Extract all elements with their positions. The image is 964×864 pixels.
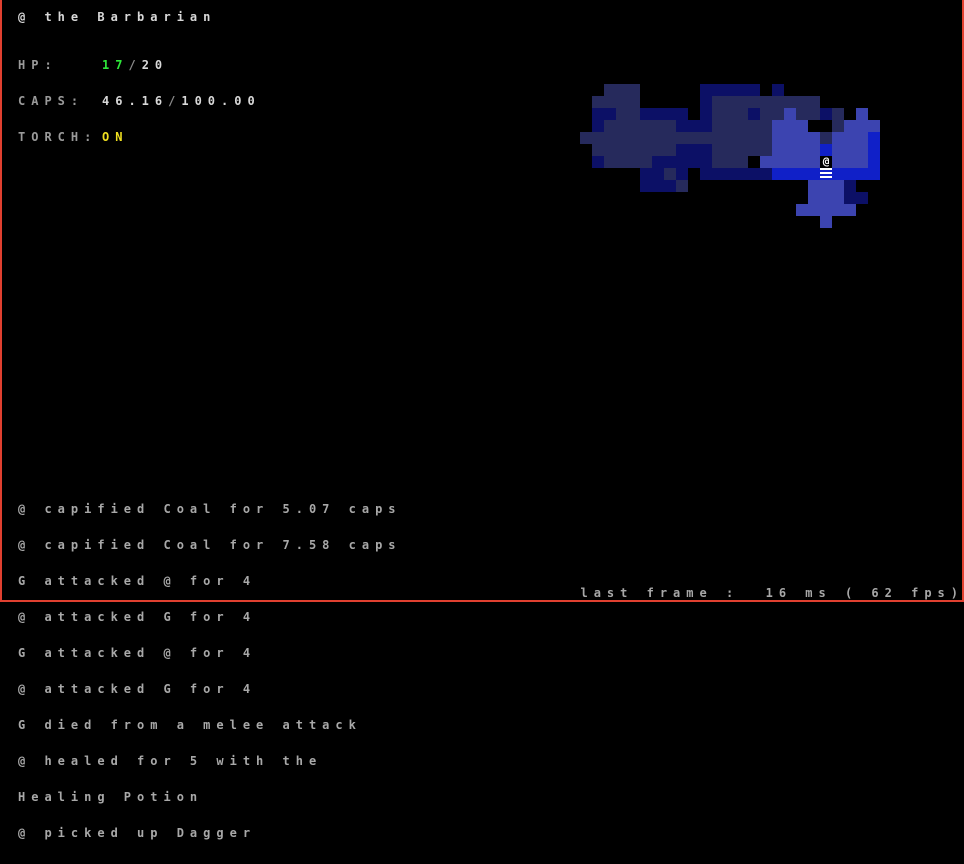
floor-tile-remembered xyxy=(580,132,604,144)
floor-tile-remembered xyxy=(676,180,688,192)
floor-tile-lit xyxy=(760,156,820,168)
log-line: @ capified Coal for 5.07 caps xyxy=(18,502,402,516)
floor-tile-dark xyxy=(712,168,772,180)
floor-tile-dark xyxy=(700,84,760,96)
log-line: @ healed for 5 with the xyxy=(18,754,323,768)
floor-tile-remembered xyxy=(604,84,640,108)
log-line: Healing Potion xyxy=(18,790,204,804)
caps-max: 100.00 xyxy=(181,94,261,108)
floor-tile-lit xyxy=(832,144,868,156)
floor-tile-remembered xyxy=(760,144,772,156)
floor-tile-dark xyxy=(772,84,784,96)
log-line: G died from a melee attack xyxy=(18,718,362,732)
floor-tile-remembered xyxy=(664,168,676,180)
floor-tile-dark xyxy=(676,144,712,168)
floor-tile-lit xyxy=(808,180,844,192)
floor-tile-remembered xyxy=(604,156,652,168)
floor-tile-remembered xyxy=(832,108,844,132)
wall-tile-lit xyxy=(868,132,880,168)
floor-tile-remembered xyxy=(604,120,676,156)
floor-tile-remembered xyxy=(592,96,604,108)
floor-tile-remembered xyxy=(616,108,640,120)
floor-tile-remembered xyxy=(676,132,712,144)
floor-tile-dark xyxy=(748,108,760,120)
log-line: G attacked @ for 4 xyxy=(18,574,257,588)
floor-tile-lit xyxy=(772,120,808,132)
torch-label: TORCH: xyxy=(18,130,98,144)
hp-label: HP: xyxy=(18,58,58,72)
player-character: @ xyxy=(823,155,830,168)
hp-row: HP: 17/20 xyxy=(18,59,261,71)
floor-tile-lit xyxy=(784,108,796,120)
floor-tile-dark xyxy=(820,108,832,120)
caps-current: 46.16 xyxy=(102,94,169,108)
floor-tile-remembered xyxy=(712,108,748,168)
stair-mark xyxy=(820,172,832,174)
character-title: @ the Barbarian xyxy=(18,10,217,24)
stair-mark xyxy=(820,176,832,178)
caps-row: CAPS: 46.16/100.00 xyxy=(18,95,261,107)
log-line: @ attacked G for 4 xyxy=(18,610,257,624)
fps-counter: last frame : 16 ms ( 62 fps) xyxy=(580,586,964,600)
stair-mark xyxy=(820,168,832,170)
floor-tile-lit xyxy=(820,216,832,228)
floor-tile-remembered xyxy=(592,144,604,156)
floor-tile-remembered xyxy=(760,108,784,120)
log-line: @ picked up Dagger xyxy=(18,826,257,840)
floor-tile-dark xyxy=(844,180,856,204)
torch-row: TORCH: ON xyxy=(18,131,261,143)
floor-tile-lit xyxy=(772,144,820,156)
floor-tile-lit xyxy=(844,120,880,132)
floor-tile-remembered xyxy=(712,96,820,108)
caps-label: CAPS: xyxy=(18,94,85,108)
floor-tile-dark xyxy=(856,192,868,204)
message-log: @ capified Coal for 5.07 caps @ capified… xyxy=(18,479,402,863)
floor-tile-lit xyxy=(796,204,856,216)
hp-current: 17 xyxy=(102,58,129,72)
floor-tile-lit xyxy=(808,192,844,204)
floor-tile-lit xyxy=(832,156,868,168)
floor-tile-dark xyxy=(640,108,688,120)
floor-tile-lit xyxy=(832,132,868,144)
log-line: @ capified Coal for 7.58 caps xyxy=(18,538,402,552)
floor-tile-lit xyxy=(856,108,868,120)
log-line: @ attacked G for 4 xyxy=(18,682,257,696)
stats-panel: HP: 17/20 CAPS: 46.16/100.00 TORCH: ON xyxy=(18,35,261,167)
hp-separator: / xyxy=(128,58,142,72)
floor-tile-remembered xyxy=(796,108,820,120)
floor-tile-lit xyxy=(772,132,820,144)
caps-separator: / xyxy=(168,94,182,108)
game-window: @ @ the Barbarian HP: 17/20 CAPS: 46.16/10… xyxy=(0,0,964,839)
torch-status: ON xyxy=(102,130,129,144)
log-line: G attacked @ for 4 xyxy=(18,646,257,660)
hp-max: 20 xyxy=(141,58,169,72)
